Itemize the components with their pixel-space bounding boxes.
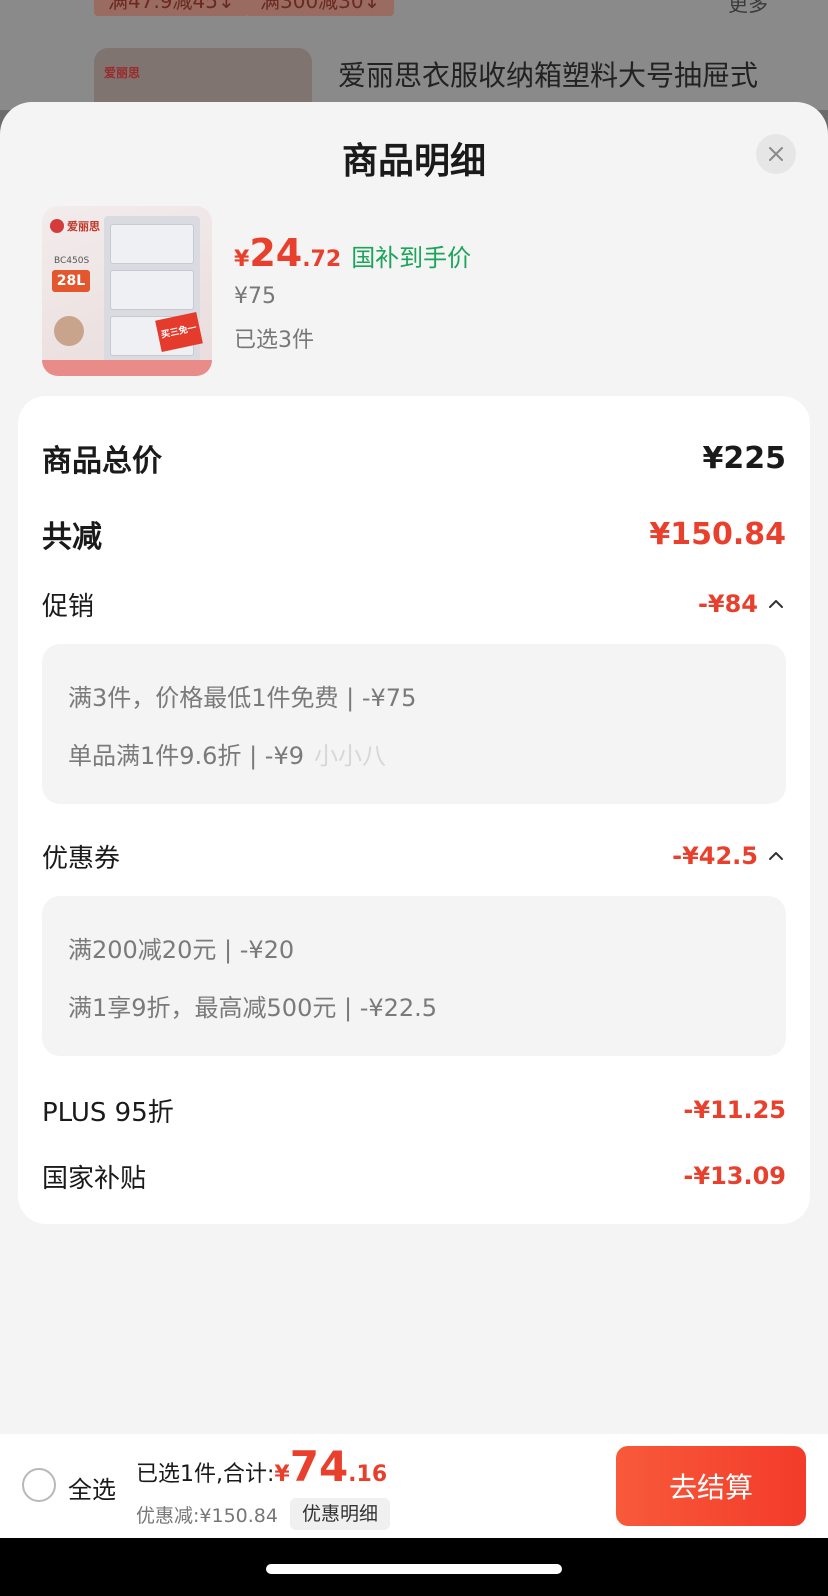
- order-total: 已选1件,合计: ¥ 74 .16: [136, 1446, 387, 1488]
- price-breakdown-card: 商品总价 ¥225 共减 ¥150.84 促销 -¥84 满3件，价格最低1件免…: [18, 396, 810, 1224]
- promo-label: 促销: [42, 591, 95, 622]
- system-home-area: [0, 1538, 828, 1596]
- image-footer-strip: [42, 360, 212, 376]
- coupon-detail-box: 满200减20元 | -¥20 满1享9折，最高减500元 | -¥22.5: [42, 896, 786, 1056]
- national-subsidy-value: -¥13.09: [683, 1162, 786, 1190]
- coupon-row[interactable]: 优惠券 -¥42.5: [42, 834, 786, 878]
- brand-logo-text: 爱丽思: [67, 220, 100, 233]
- promo-value: -¥84: [698, 590, 786, 618]
- total-price-value: ¥225: [702, 440, 787, 476]
- bg-more-link: 更多: [728, 0, 768, 16]
- checkout-button[interactable]: 去结算: [616, 1446, 806, 1526]
- coupon-detail-line: 满200减20元 | -¥20: [68, 936, 295, 964]
- national-subsidy-label: 国家补贴: [42, 1163, 147, 1194]
- total-price-label: 商品总价: [42, 444, 162, 479]
- plus-discount-label: PLUS 95折: [42, 1097, 174, 1128]
- total-reduction-row: 共减 ¥150.84: [42, 512, 786, 556]
- total-integer: 74: [289, 1442, 349, 1491]
- price-decimal: .72: [302, 247, 342, 272]
- selected-count: 已选3件: [234, 328, 314, 353]
- product-detail-sheet: 商品明细 爱丽思 BC450S 28L 买三免一 ¥ 24 .72 国补到手价 …: [0, 102, 828, 1538]
- drawer-graphic: [110, 270, 194, 310]
- subsidy-price: ¥ 24 .72 国补到手价: [234, 234, 471, 273]
- select-all-checkbox[interactable]: [22, 1468, 56, 1502]
- total-price-row: 商品总价 ¥225: [42, 436, 786, 480]
- background-page: 满47.9减45↓ 满300减30↓ 更多 爱丽思 爱丽思衣服收纳箱塑料大号抽屉…: [0, 0, 828, 110]
- coupon-amount: -¥42.5: [672, 842, 758, 870]
- close-button[interactable]: [756, 134, 796, 174]
- currency-symbol: ¥: [234, 247, 250, 272]
- sheet-title: 商品明细: [341, 141, 486, 182]
- chevron-up-icon: [769, 852, 783, 860]
- coupon-label: 优惠券: [42, 843, 121, 874]
- promo-detail-line: 单品满1件9.6折 | -¥9 小小八: [68, 736, 386, 771]
- plus-discount-row: PLUS 95折 -¥11.25: [42, 1088, 786, 1132]
- checkout-bar: 全选 已选1件,合计: ¥ 74 .16 优惠减:¥150.84 优惠明细 去结…: [0, 1434, 828, 1538]
- savings-line: 优惠减:¥150.84 优惠明细: [136, 1498, 390, 1530]
- select-all-label[interactable]: 全选: [68, 1470, 116, 1505]
- bg-brand-logo: 爱丽思: [104, 66, 141, 80]
- drawer-graphic: [110, 224, 194, 264]
- original-price: ¥75: [234, 284, 276, 309]
- chevron-up-icon: [769, 600, 783, 608]
- price-tag-label: 国补到手价: [351, 244, 472, 272]
- promo-row[interactable]: 促销 -¥84: [42, 582, 786, 626]
- savings-text: 优惠减:¥150.84: [136, 1504, 278, 1527]
- bg-product-title: 爱丽思衣服收纳箱塑料大号抽屉式: [338, 59, 759, 92]
- plus-discount-value: -¥11.25: [683, 1096, 786, 1124]
- promo-detail-line: 满3件，价格最低1件免费 | -¥75: [68, 684, 417, 712]
- discount-detail-button[interactable]: 优惠明细: [289, 1498, 390, 1530]
- total-reduction-value: ¥150.84: [649, 516, 786, 552]
- brand-logo: 爱丽思: [46, 214, 104, 238]
- product-image: 爱丽思 BC450S 28L 买三免一: [42, 206, 212, 376]
- currency-symbol: ¥: [274, 1462, 290, 1487]
- bg-coupon-chip: 满47.9减45↓: [94, 0, 249, 16]
- close-icon: [769, 147, 783, 161]
- order-total-label: 已选1件,合计:: [136, 1462, 275, 1487]
- product-model: BC450S: [54, 256, 90, 266]
- total-decimal: .16: [348, 1462, 388, 1487]
- brand-logo-mark: [50, 219, 64, 233]
- spokesperson-avatar: [54, 316, 84, 346]
- price-integer: 24: [249, 231, 303, 275]
- home-indicator[interactable]: [266, 1564, 562, 1574]
- bg-coupon-chip: 满300减30↓: [246, 0, 395, 16]
- coupon-detail-line: 满1享9折，最高减500元 | -¥22.5: [68, 994, 438, 1022]
- coupon-value: -¥42.5: [672, 842, 786, 870]
- promo-detail-text: 单品满1件9.6折 | -¥9: [68, 742, 304, 770]
- product-size-badge: 28L: [52, 270, 90, 292]
- total-reduction-label: 共减: [42, 520, 102, 555]
- national-subsidy-row: 国家补贴 -¥13.09: [42, 1154, 786, 1198]
- watermark-text: 小小八: [313, 742, 386, 770]
- promo-amount: -¥84: [697, 590, 758, 618]
- promo-detail-box: 满3件，价格最低1件免费 | -¥75 单品满1件9.6折 | -¥9 小小八: [42, 644, 786, 804]
- bg-product-thumbnail: 爱丽思: [94, 48, 312, 110]
